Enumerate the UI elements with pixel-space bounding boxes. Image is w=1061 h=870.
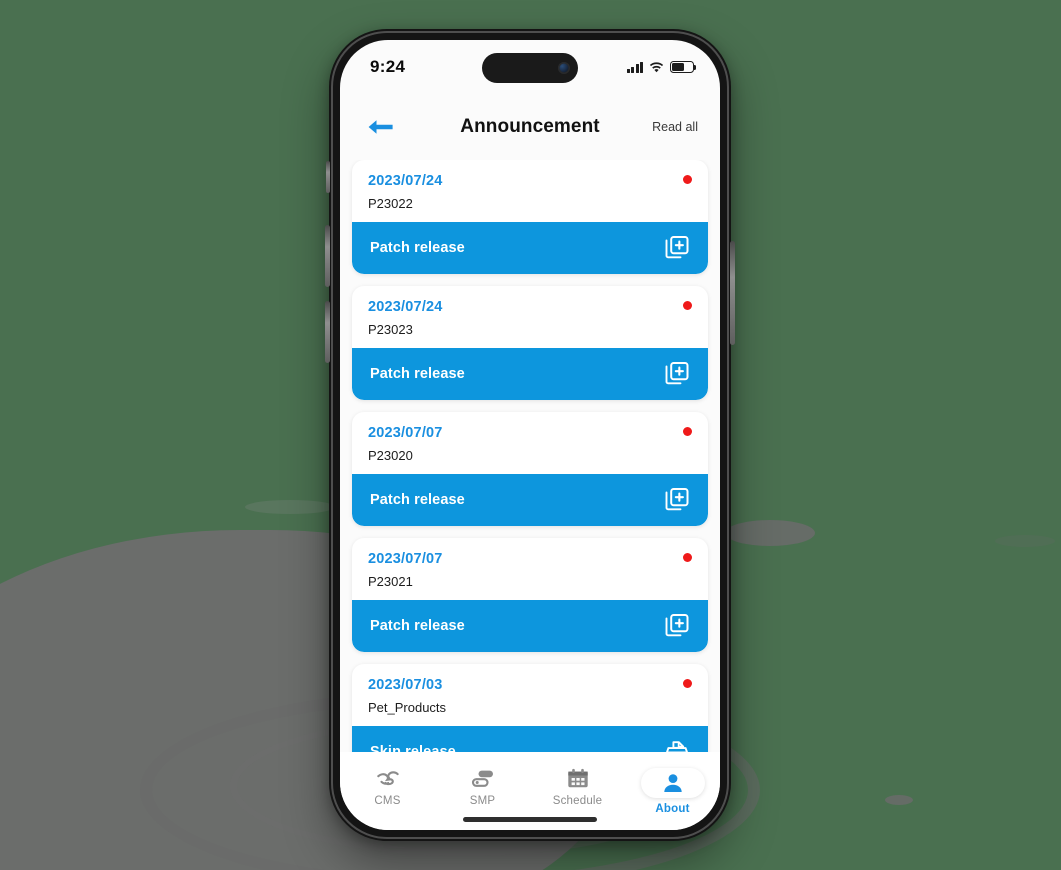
duplicate-add-icon[interactable] <box>664 361 690 387</box>
announcement-code: P23022 <box>368 196 413 211</box>
announcement-card[interactable]: 2023/07/07 P23020 Patch release <box>352 412 708 526</box>
announcement-card-header: 2023/07/07 P23021 <box>352 538 708 600</box>
background-dot-right <box>885 795 913 805</box>
tab-cms[interactable]: CMS <box>340 762 435 811</box>
tab-about[interactable]: About <box>625 762 720 819</box>
announcement-card-header: 2023/07/24 P23023 <box>352 286 708 348</box>
calendar-icon <box>567 768 588 788</box>
background-streak-right <box>995 535 1055 547</box>
back-arrow-icon[interactable] <box>366 115 396 139</box>
person-icon <box>663 774 682 792</box>
home-indicator[interactable] <box>463 817 597 822</box>
cellular-signal-icon <box>626 61 643 73</box>
announcement-date: 2023/07/24 <box>368 173 443 189</box>
archive-box-icon[interactable] <box>664 739 690 752</box>
announcement-label: Patch release <box>370 366 465 382</box>
background-blob-right <box>725 520 815 546</box>
announcement-list[interactable]: 2023/07/24 P23022 Patch release 2023/07/ <box>340 160 720 752</box>
tab-label: CMS <box>374 795 401 807</box>
announcement-label: Patch release <box>370 240 465 256</box>
announcement-card[interactable]: 2023/07/03 Pet_Products Skin release <box>352 664 708 752</box>
announcement-code: P23020 <box>368 448 413 463</box>
announcement-card[interactable]: 2023/07/24 P23023 Patch release <box>352 286 708 400</box>
announcement-card[interactable]: 2023/07/24 P23022 Patch release <box>352 160 708 274</box>
status-time: 9:24 <box>370 57 406 76</box>
duplicate-add-icon[interactable] <box>664 235 690 261</box>
announcement-card-banner[interactable]: Patch release <box>352 348 708 400</box>
active-tab-pill <box>640 768 705 798</box>
unread-indicator-dot <box>683 427 692 436</box>
battery-icon <box>670 61 697 73</box>
cms-logo-icon <box>376 771 399 786</box>
announcement-label: Patch release <box>370 492 465 508</box>
announcement-label: Skin release <box>370 744 456 752</box>
volume-up-button[interactable] <box>325 225 330 287</box>
read-all-button[interactable]: Read all <box>652 120 698 134</box>
background-streak-left <box>245 500 335 514</box>
unread-indicator-dot <box>683 553 692 562</box>
duplicate-add-icon[interactable] <box>664 613 690 639</box>
unread-indicator-dot <box>683 301 692 310</box>
app-header: Announcement Read all <box>340 94 720 160</box>
announcement-card-banner[interactable]: Skin release <box>352 726 708 752</box>
wifi-icon <box>649 62 664 73</box>
announcement-card-banner[interactable]: Patch release <box>352 474 708 526</box>
unread-indicator-dot <box>683 175 692 184</box>
power-button[interactable] <box>730 241 735 345</box>
tab-smp[interactable]: SMP <box>435 762 530 811</box>
announcement-label: Patch release <box>370 618 465 634</box>
tab-label: About <box>655 803 690 815</box>
announcement-date: 2023/07/24 <box>368 299 443 315</box>
announcement-card-header: 2023/07/24 P23022 <box>352 160 708 222</box>
unread-indicator-dot <box>683 679 692 688</box>
dynamic-island <box>482 53 578 83</box>
tab-label: Schedule <box>552 795 603 807</box>
announcement-card-banner[interactable]: Patch release <box>352 222 708 274</box>
tab-label: SMP <box>469 795 496 807</box>
announcement-code: P23021 <box>368 574 413 589</box>
announcement-card[interactable]: 2023/07/07 P23021 Patch release <box>352 538 708 652</box>
phone-mockup: 9:24 Announcement Read all 2023/07/24 P2… <box>325 29 735 841</box>
announcement-code: Pet_Products <box>368 700 447 715</box>
volume-down-button[interactable] <box>325 301 330 363</box>
announcement-date: 2023/07/03 <box>368 677 443 693</box>
announcement-code: P23023 <box>368 322 413 337</box>
duplicate-add-icon[interactable] <box>664 487 690 513</box>
front-camera-icon <box>558 62 570 74</box>
announcement-date: 2023/07/07 <box>368 551 443 567</box>
silent-switch-button[interactable] <box>326 161 330 193</box>
status-bar: 9:24 <box>340 40 720 94</box>
announcement-card-banner[interactable]: Patch release <box>352 600 708 652</box>
smp-device-icon <box>471 770 493 787</box>
tab-schedule[interactable]: Schedule <box>530 762 625 811</box>
announcement-card-header: 2023/07/07 P23020 <box>352 412 708 474</box>
status-indicators <box>626 61 697 73</box>
announcement-date: 2023/07/07 <box>368 425 443 441</box>
phone-screen: 9:24 Announcement Read all 2023/07/24 P2… <box>340 40 720 830</box>
announcement-card-header: 2023/07/03 Pet_Products <box>352 664 708 726</box>
